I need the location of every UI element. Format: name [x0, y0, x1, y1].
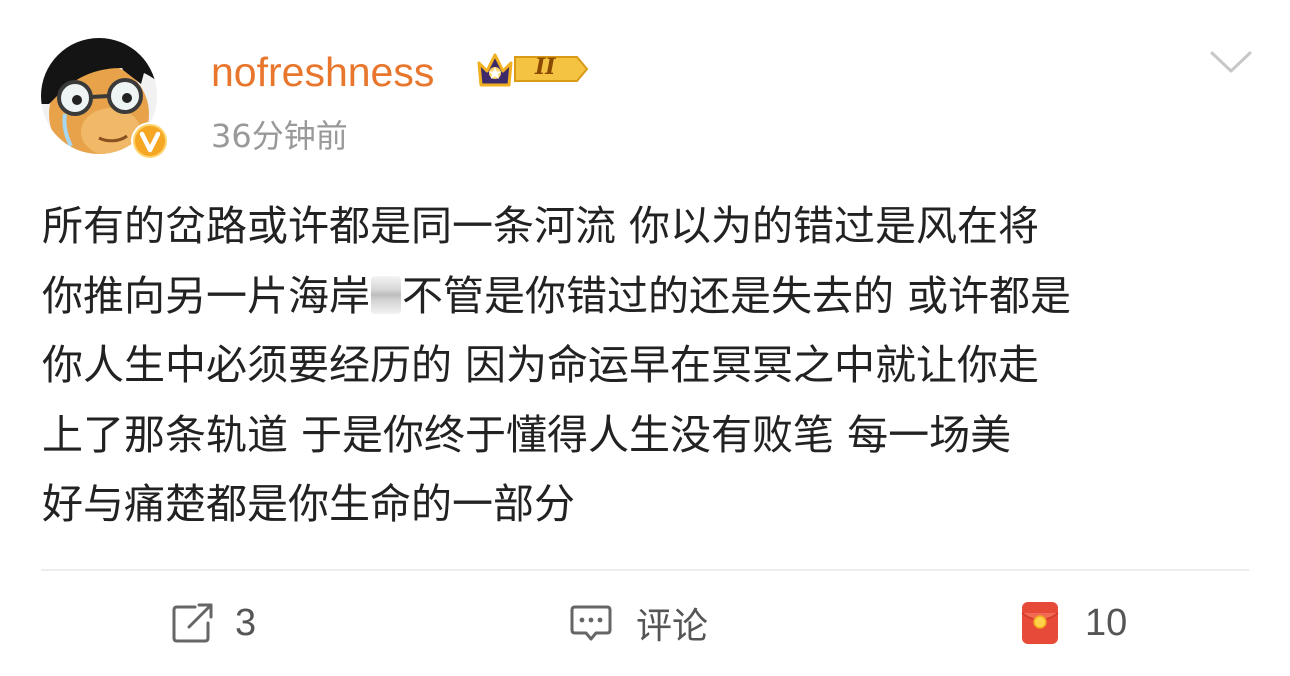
blurred-emoji-icon	[371, 275, 401, 314]
comment-button[interactable]: 评论	[570, 596, 708, 650]
verified-badge-icon	[131, 122, 169, 160]
repost-count: 3	[235, 601, 257, 644]
repost-icon	[171, 603, 215, 643]
action-bar-divider	[41, 569, 1249, 571]
post-line: 上了那条轨道 于是你终于懂得人生没有败笔 每一场美	[42, 410, 1012, 459]
post-line: 好与痛楚都是你生命的一部分	[42, 480, 575, 528]
avatar[interactable]	[41, 34, 169, 160]
vip-crown-badge-icon[interactable]: II	[475, 47, 590, 91]
post-line-part: 不管是你错过的还是失去的 或许都是	[402, 271, 1072, 320]
username[interactable]: nofreshness	[211, 44, 434, 100]
post-line-part: 你推向另一片海岸	[42, 271, 370, 320]
like-button[interactable]: 10	[1021, 596, 1127, 650]
chevron-down-icon	[1210, 51, 1252, 73]
post-body: 所有的岔路或许都是同一条河流 你以为的错过是风在将 你推向另一片海岸 不管是你错过…	[42, 192, 1252, 540]
post-timestamp: 36分钟前	[211, 117, 348, 155]
post-line: 你推向另一片海岸 不管是你错过的还是失去的 或许都是	[42, 262, 1252, 332]
comment-icon	[570, 603, 612, 643]
post-line: 所有的岔路或许都是同一条河流 你以为的错过是风在将	[42, 202, 1040, 250]
like-count: 10	[1085, 601, 1128, 644]
post-menu-button[interactable]	[1208, 48, 1254, 76]
comment-label: 评论	[636, 606, 709, 647]
post-line: 你人生中必须要经历的 因为命运早在冥冥之中就让你走	[42, 341, 1040, 389]
vip-level: II	[535, 54, 556, 80]
repost-button[interactable]: 3	[171, 596, 256, 650]
red-envelope-like-icon	[1021, 601, 1059, 645]
